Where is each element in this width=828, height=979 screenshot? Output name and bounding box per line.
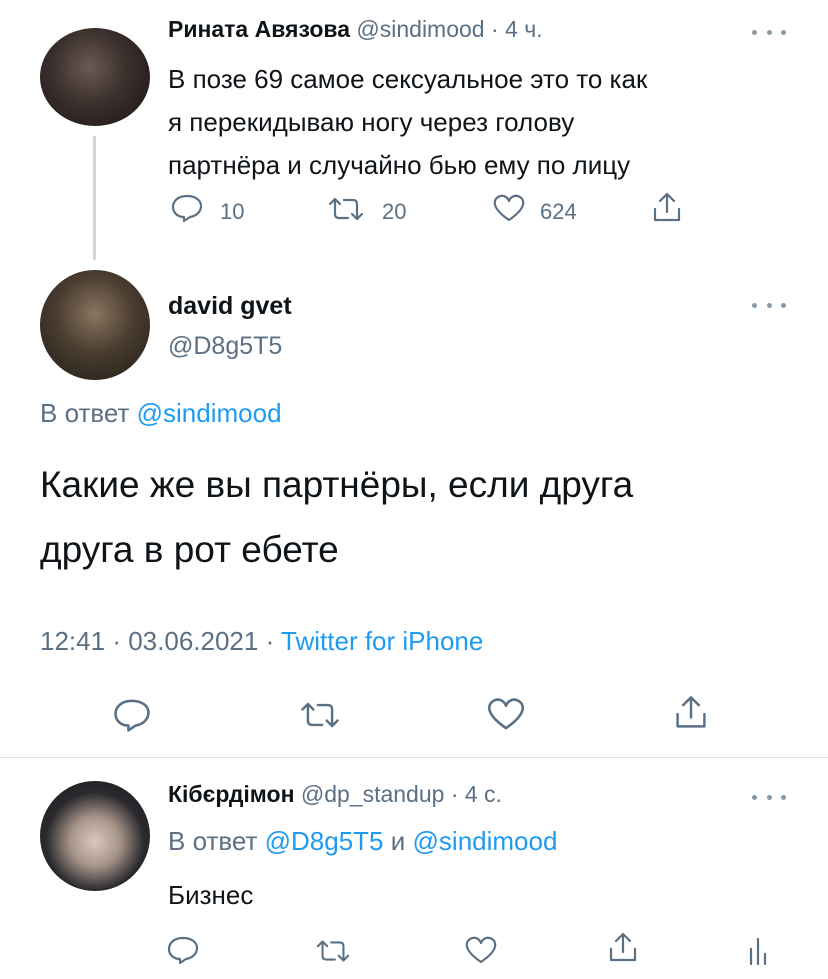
reply-display-name[interactable]: Кібєрдімон [168,781,294,807]
meta-separator: · [112,626,121,656]
share-icon[interactable] [650,191,684,225]
parent-header: Рината Авязова @sindimood · 4 ч. [168,16,543,43]
main-more-icon[interactable] [752,300,786,310]
parent-text-line: партнёра и случайно бью ему по лицу [168,150,631,180]
avatar-david[interactable] [40,270,150,380]
main-reply-prefix: В ответ [40,398,130,428]
avatar-rinata[interactable] [40,28,150,126]
main-text: Какие же вы партнёры, если друга друга в… [40,452,633,582]
main-time[interactable]: 12:41 [40,626,105,656]
reply-handle[interactable]: @dp_standup [301,781,445,807]
retweet-icon[interactable] [314,938,352,964]
like-icon[interactable] [492,193,526,223]
main-handle[interactable]: @D8g5T5 [168,332,282,361]
reply-icon[interactable] [166,935,200,965]
reply-icon[interactable] [112,697,152,733]
parent-text-line: я перекидываю ногу через голову [168,107,575,137]
reply-more-icon[interactable] [752,792,786,802]
reply-header: Кібєрдімон @dp_standup · 4 с. [168,781,502,808]
parent-display-name[interactable]: Рината Авязова [168,16,350,42]
parent-like-count: 624 [540,199,577,224]
share-icon[interactable] [672,694,710,732]
reply-reply-context: В ответ @D8g5T5 и @sindimood [168,826,557,857]
share-icon[interactable] [606,931,640,965]
main-reply-context: В ответ @sindimood [40,398,282,429]
parent-reply-count: 10 [220,199,245,224]
main-source[interactable]: Twitter for iPhone [281,626,483,656]
retweet-icon[interactable] [326,196,366,222]
analytics-icon[interactable] [748,935,768,965]
divider [0,757,828,758]
parent-handle[interactable]: @sindimood [356,16,484,42]
parent-text: В позе 69 самое сексуальное это то как я… [168,58,647,187]
parent-more-icon[interactable] [752,27,786,37]
reply-icon[interactable] [170,193,204,223]
reply-and: и [390,826,406,856]
like-icon[interactable] [464,935,498,965]
parent-retweet-count: 20 [382,199,407,224]
main-date[interactable]: 03.06.2021 [128,626,258,656]
reply-mention-2[interactable]: @sindimood [413,826,558,856]
main-meta: 12:41 · 03.06.2021 · Twitter for iPhone [40,626,483,657]
main-display-name[interactable]: david gvet [168,292,292,321]
like-icon[interactable] [486,696,526,732]
thread-line [93,136,96,260]
main-text-line: Какие же вы партнёры, если друга [40,464,634,505]
parent-text-line: В позе 69 самое сексуальное это то как [168,64,648,94]
parent-time[interactable]: · 4 ч. [491,16,543,42]
reply-mention-1[interactable]: @D8g5T5 [265,826,384,856]
reply-text: Бизнес [168,880,254,910]
reply-time[interactable]: · 4 с. [451,781,502,807]
avatar-kiberdimon[interactable] [40,781,150,891]
retweet-icon[interactable] [298,700,342,730]
reply-reply-prefix: В ответ [168,826,258,856]
meta-separator: · [265,626,275,656]
main-reply-mention[interactable]: @sindimood [137,398,282,428]
main-text-line: друга в рот ебете [40,529,339,570]
